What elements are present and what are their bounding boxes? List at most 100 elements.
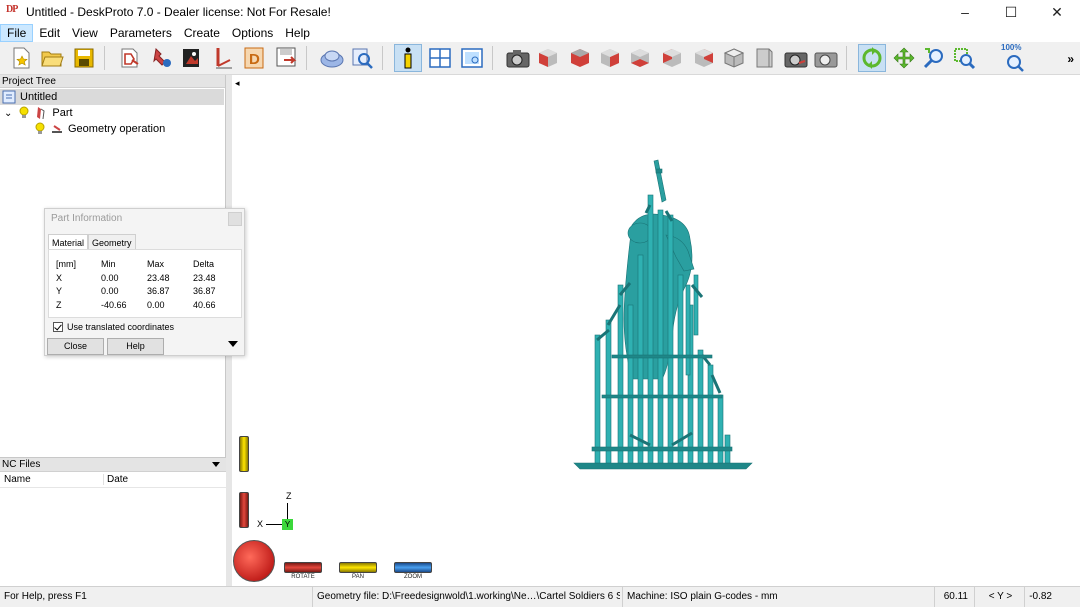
view-top-icon[interactable]: [566, 44, 594, 72]
viewports-icon[interactable]: [426, 44, 454, 72]
screenshot-camera-icon[interactable]: [504, 44, 532, 72]
view-left-icon[interactable]: [690, 44, 718, 72]
toolbar: D 100% »: [0, 42, 1080, 75]
collapse-panel-icon[interactable]: ◂: [235, 78, 240, 89]
part-information-dialog: Part Information Material Geometry [mm] …: [44, 208, 245, 356]
toolpath-icon[interactable]: [210, 44, 238, 72]
rotate-dial[interactable]: [233, 540, 275, 582]
view-bottom-icon[interactable]: [720, 44, 748, 72]
project-tree-header: Project Tree: [0, 75, 225, 88]
3d-viewport[interactable]: ◂ Z X Y: [232, 75, 1080, 586]
status-coordinate-2: -0.82: [1024, 587, 1054, 607]
bulb-icon[interactable]: [34, 122, 46, 136]
menu-help[interactable]: Help: [279, 24, 316, 42]
row-min: 0.00: [101, 286, 119, 296]
tree-label-untitled: Untitled: [20, 91, 58, 103]
title-bar: DP Untitled - DeskProto 7.0 - Dealer lic…: [0, 0, 1080, 24]
status-geometry-file: Geometry file: D:\Freedesignwold\1.worki…: [312, 587, 620, 607]
maximize-button[interactable]: ☐: [988, 0, 1034, 24]
render-camera-icon[interactable]: [782, 44, 810, 72]
view-front-icon[interactable]: [596, 44, 624, 72]
nc-files-columns: Name Date: [0, 472, 226, 488]
simulation-icon[interactable]: [318, 44, 346, 72]
pan-slider[interactable]: [339, 562, 377, 573]
menu-edit[interactable]: Edit: [33, 24, 66, 42]
translated-coordinates-option[interactable]: Use translated coordinates: [53, 322, 174, 332]
pan-vertical-slider[interactable]: [239, 436, 249, 472]
svg-text:D: D: [249, 51, 260, 68]
part-parameters-icon[interactable]: [148, 44, 176, 72]
minimize-button[interactable]: –: [942, 0, 988, 24]
row-axis: X: [56, 273, 63, 283]
row-min: 0.00: [101, 273, 119, 283]
status-coordinate-1: 60.11: [934, 587, 972, 607]
axis-z-label: Z: [286, 491, 292, 501]
nc-files-panel: NC Files Name Date: [0, 457, 226, 586]
translated-coordinates-checkbox[interactable]: [53, 322, 63, 332]
zoom-level-label: 100%: [1001, 43, 1022, 52]
close-button[interactable]: Close: [47, 338, 104, 355]
row-delta: 40.66: [193, 300, 216, 310]
full-view-icon[interactable]: [458, 44, 486, 72]
zoom-slider[interactable]: [394, 562, 432, 573]
tab-material[interactable]: Material: [48, 234, 89, 250]
tab-geometry[interactable]: Geometry: [88, 234, 136, 250]
tree-item-untitled[interactable]: Untitled: [0, 89, 224, 105]
info-icon[interactable]: [394, 44, 422, 72]
part-icon: [37, 107, 45, 120]
project-icon: [2, 90, 16, 104]
status-axis: < Y >: [974, 587, 1022, 607]
expand-chevron-icon[interactable]: ⌄: [4, 108, 12, 119]
dimensions-table: [mm] Min Max Delta X 0.00 23.48 23.48 Y …: [48, 249, 242, 318]
rotate-vertical-slider[interactable]: [239, 492, 249, 528]
print-camera-icon[interactable]: [812, 44, 840, 72]
menu-view[interactable]: View: [66, 24, 104, 42]
row-axis: Z: [56, 300, 62, 310]
row-max: 36.87: [147, 286, 170, 296]
tree-item-geometry-operation[interactable]: Geometry operation: [34, 121, 165, 137]
pan-view-icon[interactable]: [890, 44, 918, 72]
rotate-label: ROTATE: [291, 574, 315, 580]
column-name[interactable]: Name: [0, 474, 104, 485]
menu-create[interactable]: Create: [178, 24, 226, 42]
zoom-100-icon[interactable]: 100%: [998, 43, 1030, 72]
help-button[interactable]: Help: [107, 338, 164, 355]
view-right-icon[interactable]: [626, 44, 654, 72]
new-file-icon[interactable]: [8, 44, 36, 72]
status-bar: For Help, press F1 Geometry file: D:\Fre…: [0, 586, 1080, 607]
nc-files-dropdown-icon[interactable]: [212, 462, 220, 467]
import-geometry-icon[interactable]: [116, 44, 144, 72]
dialog-close-icon[interactable]: [228, 212, 242, 226]
open-folder-icon[interactable]: [38, 44, 66, 72]
view-side-icon[interactable]: [750, 44, 778, 72]
axis-x-label: X: [257, 519, 264, 529]
toolbar-overflow-button[interactable]: »: [1067, 52, 1074, 66]
bulb-icon[interactable]: [18, 106, 30, 120]
delta-header: Delta: [193, 259, 215, 269]
close-window-button[interactable]: ✕: [1034, 0, 1080, 24]
rotate-slider[interactable]: [284, 562, 322, 573]
menu-parameters[interactable]: Parameters: [104, 24, 178, 42]
save-icon[interactable]: [70, 44, 98, 72]
menu-options[interactable]: Options: [226, 24, 279, 42]
pan-label: PAN: [352, 574, 364, 580]
min-header: Min: [101, 259, 116, 269]
bitmap-import-icon[interactable]: [178, 44, 206, 72]
zoom-view-icon[interactable]: [920, 44, 948, 72]
write-nc-icon[interactable]: [272, 44, 300, 72]
tree-item-part[interactable]: ⌄ Part: [4, 105, 73, 121]
drawing-d-icon[interactable]: D: [240, 44, 268, 72]
menu-file[interactable]: File: [0, 24, 34, 42]
row-max: 23.48: [147, 273, 170, 283]
row-delta: 23.48: [193, 273, 216, 283]
row-axis: Y: [56, 286, 63, 296]
dialog-title: Part Information: [45, 209, 244, 229]
view-back-icon[interactable]: [658, 44, 686, 72]
row-min: -40.66: [101, 300, 127, 310]
preview-zoom-icon[interactable]: [348, 44, 376, 72]
view-iso-icon[interactable]: [534, 44, 562, 72]
rotate-view-icon[interactable]: [858, 44, 886, 72]
zoom-window-icon[interactable]: [950, 44, 978, 72]
column-date[interactable]: Date: [104, 474, 128, 485]
expand-dialog-icon[interactable]: [228, 341, 238, 347]
